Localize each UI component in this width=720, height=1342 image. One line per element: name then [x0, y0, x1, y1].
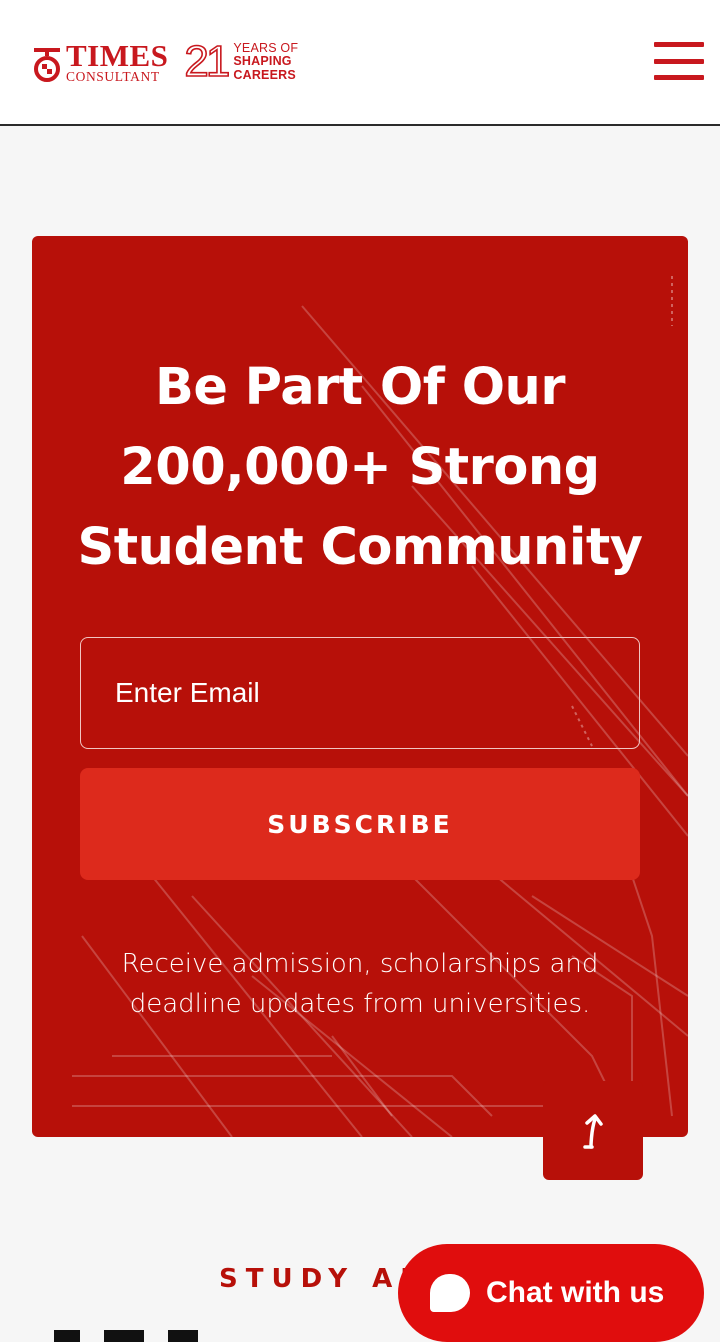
brand-name: TIMES	[66, 38, 169, 74]
chat-label: Chat with us	[486, 1276, 665, 1309]
heading-glyph	[54, 1330, 80, 1342]
anniversary-badge: 21 YEARS OF SHAPING CAREERS	[184, 37, 298, 86]
years-line-2: SHAPING	[233, 54, 292, 69]
heading-line-3: Student Community	[77, 518, 643, 577]
heading-line-1: Be Part Of Our	[154, 358, 566, 417]
heading-line-2: 200,000+ Strong	[120, 438, 600, 497]
menu-bar	[654, 75, 704, 80]
note-line-2: deadline updates from universities.	[129, 989, 591, 1019]
years-number: 21	[184, 37, 232, 86]
email-input[interactable]	[80, 637, 640, 749]
arrow-up-icon	[583, 1113, 603, 1149]
brand-wordmark: TIMES CONSULTANT	[66, 40, 168, 84]
newsletter-note: Receive admission, scholarships and dead…	[92, 944, 628, 1024]
heading-glyph	[168, 1330, 198, 1342]
chat-with-us-button[interactable]: Chat with us	[398, 1244, 704, 1342]
subscribe-button[interactable]: SUBSCRIBE	[80, 768, 640, 880]
newsletter-card: Be Part Of Our 200,000+ Strong Student C…	[32, 236, 688, 1137]
times-crest-icon	[32, 42, 62, 82]
brand-logo[interactable]: TIMES CONSULTANT 21 YEARS OF SHAPING CAR…	[32, 37, 298, 86]
heading-glyph	[104, 1330, 144, 1342]
years-text: YEARS OF SHAPING CAREERS	[233, 42, 298, 82]
menu-bar	[654, 58, 704, 64]
hamburger-menu-icon[interactable]	[654, 42, 704, 80]
brand-sub: CONSULTANT	[66, 69, 160, 85]
years-line-3: CAREERS	[233, 67, 296, 82]
chat-bubble-icon	[430, 1274, 470, 1312]
section-label: STUDY AB	[219, 1264, 429, 1294]
scroll-to-top-button[interactable]	[543, 1081, 643, 1180]
menu-bar	[654, 42, 704, 47]
newsletter-heading: Be Part Of Our 200,000+ Strong Student C…	[32, 348, 688, 588]
site-header: TIMES CONSULTANT 21 YEARS OF SHAPING CAR…	[0, 0, 720, 126]
note-line-1: Receive admission, scholarships and	[121, 949, 599, 979]
